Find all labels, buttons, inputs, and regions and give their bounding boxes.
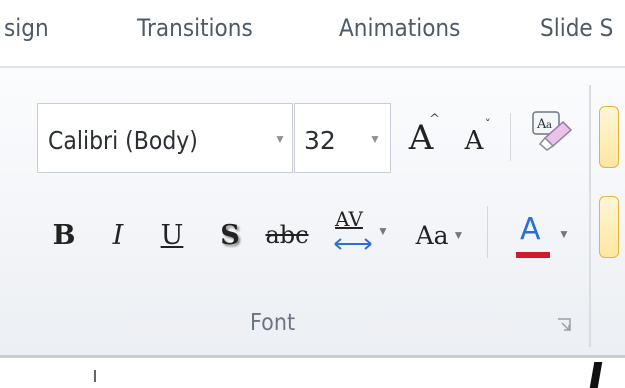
font-color-icon: A (512, 206, 552, 262)
dropdown-arrow-icon: ▼ (377, 224, 389, 238)
font-color-swatch (516, 252, 551, 258)
ribbon-bottom-border (0, 355, 625, 358)
font-size-combobox[interactable]: 32 ▼ (294, 103, 391, 173)
caret-down-icon: ˇ (484, 118, 492, 133)
shrink-font-button[interactable]: A ˇ (455, 118, 493, 164)
tab-design[interactable]: sign (4, 14, 49, 42)
tab-transitions[interactable]: Transitions (137, 14, 253, 42)
toolbar-separator (487, 206, 488, 258)
tab-animations[interactable]: Animations (339, 14, 460, 42)
ribbon-tab-bar: sign Transitions Animations Slide S (0, 0, 625, 68)
font-color-letter: A (520, 212, 541, 247)
caret-up-icon: ^ (429, 112, 440, 127)
strikethrough-button[interactable]: abc (262, 210, 312, 260)
font-name-combobox[interactable]: Calibri (Body) ▼ (37, 103, 293, 173)
font-color-button[interactable]: A ▼ (504, 202, 578, 266)
clear-formatting-button[interactable]: A a (524, 106, 578, 162)
svg-text:a: a (546, 120, 552, 131)
dropdown-arrow-icon: ▼ (452, 228, 465, 242)
change-case-icon: Aa (415, 220, 449, 250)
tab-slide-show[interactable]: Slide S (540, 14, 613, 42)
double-arrow-icon (334, 238, 372, 250)
dialog-launcher-icon[interactable] (555, 316, 573, 334)
change-case-button[interactable]: Aa ▼ (403, 210, 477, 260)
font-name-value: Calibri (Body) (48, 126, 198, 155)
dropdown-arrow-icon[interactable]: ▼ (274, 132, 286, 146)
shrink-font-icon: A (464, 126, 484, 156)
next-group-button-peek[interactable] (599, 106, 619, 168)
italic-button[interactable]: I (100, 210, 136, 260)
dropdown-arrow-icon[interactable]: ▼ (369, 132, 381, 146)
grow-font-button[interactable]: A ^ (400, 112, 442, 164)
font-size-value: 32 (304, 126, 336, 155)
bold-button[interactable]: B (46, 210, 82, 260)
character-spacing-icon: AV (331, 203, 375, 259)
clear-formatting-icon: A a (532, 111, 573, 151)
spacing-letters: AV (335, 207, 363, 231)
text-shadow-button[interactable]: S (212, 210, 248, 260)
underline-button[interactable]: U (154, 210, 190, 260)
group-label-font: Font (250, 310, 296, 336)
ruler-tick (94, 370, 96, 382)
next-group-button-peek[interactable] (599, 196, 619, 258)
toolbar-separator (510, 113, 511, 161)
character-spacing-button[interactable]: AV ▼ (325, 200, 395, 262)
dropdown-arrow-icon: ▼ (558, 227, 570, 241)
group-divider (589, 85, 591, 347)
